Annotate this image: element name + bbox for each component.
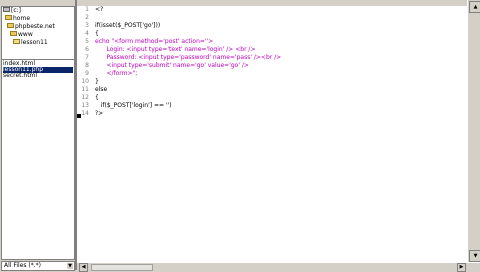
- tree-item-lesson11[interactable]: lesson11: [13, 39, 48, 46]
- tree-item-c-drive[interactable]: [c:]: [3, 7, 21, 14]
- scroll-right-icon[interactable]: ▶: [457, 263, 466, 272]
- scroll-left-icon[interactable]: ◀: [79, 263, 88, 272]
- folder-icon: [7, 23, 14, 28]
- scroll-down-icon[interactable]: ▼: [469, 250, 480, 262]
- directory-tree[interactable]: [c:] home phpbeste.net www lesson11: [1, 6, 75, 60]
- code-editor[interactable]: 1 <? 2 3 if(isset($_POST['go'])) 4{ 5 echo …: [77, 6, 468, 262]
- tree-item-www[interactable]: www: [10, 31, 33, 38]
- tree-item-home[interactable]: home: [5, 15, 30, 22]
- file-item-secret[interactable]: secret.html: [3, 73, 73, 79]
- tree-item-phpbeste[interactable]: phpbeste.net: [7, 23, 55, 30]
- drive-icon: [3, 7, 10, 12]
- current-line-marker-icon: [77, 114, 81, 118]
- scroll-up-icon[interactable]: ▲: [469, 1, 480, 13]
- folder-open-icon: [13, 39, 20, 44]
- chevron-down-icon[interactable]: ▼: [67, 263, 73, 269]
- vertical-scrollbar[interactable]: ▲ ▼: [467, 0, 480, 262]
- folder-icon: [10, 31, 17, 36]
- folder-icon: [5, 15, 12, 20]
- file-list[interactable]: index.html lesson11.php secret.html: [1, 59, 75, 260]
- left-panel: [c:] home phpbeste.net www lesson11 inde…: [0, 0, 75, 271]
- file-filter-label: All Files (*.*): [4, 262, 42, 269]
